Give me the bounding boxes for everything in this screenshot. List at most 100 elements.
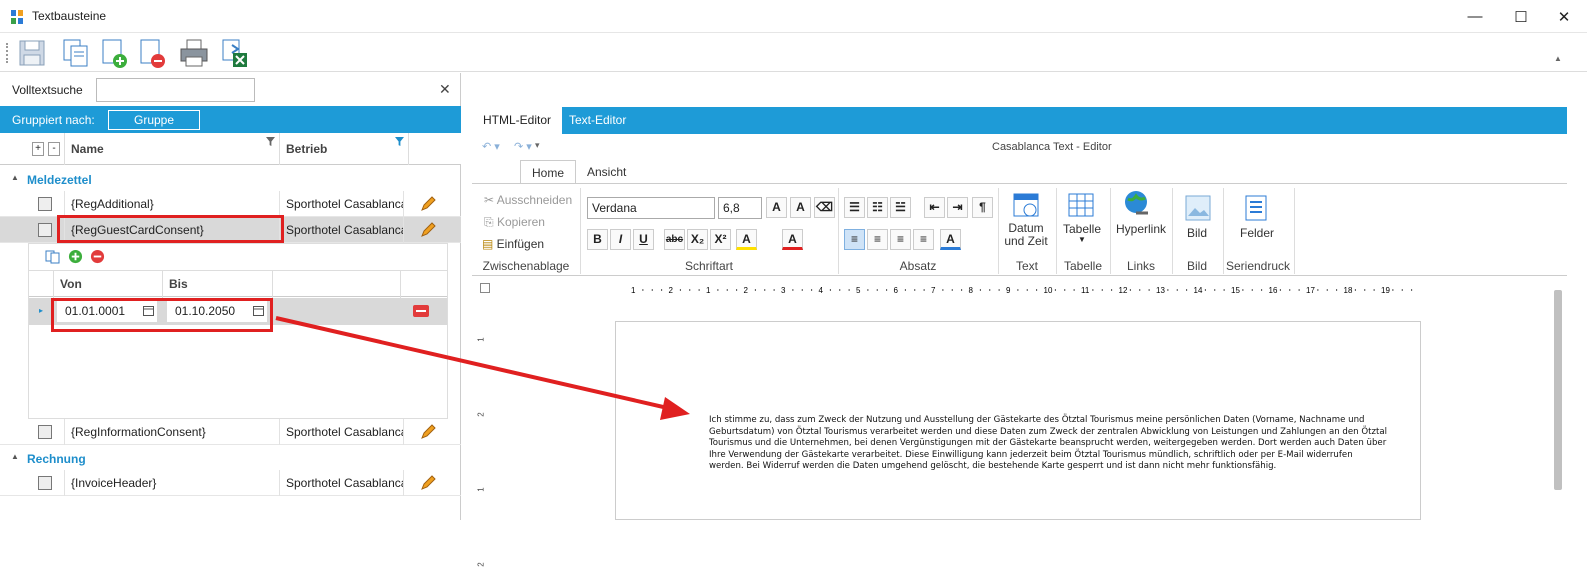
fields-button[interactable]: Felder bbox=[1232, 226, 1282, 240]
search-input[interactable] bbox=[96, 78, 255, 102]
cut-button[interactable]: ✂ Ausschneiden bbox=[484, 193, 572, 207]
font-family-select[interactable]: Verdana bbox=[587, 197, 715, 219]
highlight-color-button[interactable]: A bbox=[736, 229, 757, 250]
add-row-icon[interactable] bbox=[68, 249, 83, 264]
grow-font-button[interactable]: A bbox=[766, 197, 787, 218]
group-row-meldezettel[interactable]: ▲ Meldezettel bbox=[0, 168, 461, 192]
align-right-button[interactable]: ≡ bbox=[890, 229, 911, 250]
superscript-button[interactable]: X² bbox=[710, 229, 731, 250]
vertical-ruler-label: 1 bbox=[476, 487, 486, 492]
shading-button[interactable]: A bbox=[940, 229, 961, 250]
numbered-list-button[interactable]: ☷ bbox=[867, 197, 888, 218]
group-button[interactable]: Gruppe bbox=[108, 110, 200, 130]
add-icon[interactable] bbox=[98, 37, 130, 69]
chevron-down-icon[interactable]: ▼ bbox=[1078, 235, 1086, 244]
save-icon[interactable] bbox=[16, 37, 48, 69]
font-color-button[interactable]: A bbox=[782, 229, 803, 250]
scrollbar-thumb[interactable] bbox=[1554, 290, 1562, 490]
grouping-label: Gruppiert nach: bbox=[12, 113, 95, 127]
tab-stop-selector[interactable] bbox=[480, 283, 490, 293]
subscript-button[interactable]: X₂ bbox=[687, 229, 708, 250]
document-page[interactable]: Ich stimme zu, dass zum Zweck der Nutzun… bbox=[615, 321, 1421, 520]
column-header-von[interactable]: Von bbox=[53, 271, 163, 298]
quick-access-menu-icon[interactable]: ▾ bbox=[535, 140, 540, 151]
expand-all-button[interactable]: + bbox=[32, 142, 44, 156]
copy-icon: ⎘ bbox=[484, 215, 497, 229]
date-time-button[interactable]: Datum und Zeit bbox=[1002, 222, 1050, 248]
bullet-list-button[interactable]: ☰ bbox=[844, 197, 865, 218]
table-row[interactable]: {RegAdditional} Sporthotel Casablanca bbox=[0, 191, 461, 217]
ruler-tick bbox=[717, 289, 719, 291]
increase-indent-button[interactable]: ⇥ bbox=[947, 197, 968, 218]
close-button[interactable]: ✕ bbox=[1541, 0, 1587, 33]
ruler-tick bbox=[1148, 289, 1150, 291]
align-left-button[interactable]: ≡ bbox=[844, 229, 865, 250]
ribbon-tab-ansicht[interactable]: Ansicht bbox=[576, 160, 637, 184]
minimize-button[interactable]: — bbox=[1452, 0, 1498, 33]
ruler-tick bbox=[1111, 289, 1113, 291]
editor-panel: HTML-Editor Text-Editor ↶ ▾ ↷ ▾ ▾ Casabl… bbox=[462, 73, 1587, 567]
decrease-indent-button[interactable]: ⇤ bbox=[924, 197, 945, 218]
toolbar-grip[interactable] bbox=[6, 43, 8, 63]
column-header-betrieb[interactable]: Betrieb bbox=[280, 133, 409, 165]
multilevel-list-button[interactable]: ☱ bbox=[890, 197, 911, 218]
align-center-button[interactable]: ≡ bbox=[867, 229, 888, 250]
filter-icon[interactable] bbox=[266, 137, 275, 146]
ruler-tick bbox=[1167, 289, 1169, 291]
group-label-links: Links bbox=[1126, 259, 1155, 273]
ruler-tick bbox=[1364, 289, 1366, 291]
italic-button[interactable]: I bbox=[610, 229, 631, 250]
clear-format-button[interactable]: ⌫ bbox=[814, 197, 835, 218]
toolbar bbox=[0, 33, 1587, 72]
collapse-all-button[interactable]: - bbox=[48, 142, 60, 156]
remove-row-icon[interactable] bbox=[90, 249, 105, 264]
collapse-icon[interactable]: ▲ bbox=[11, 452, 19, 461]
document-text[interactable]: Ich stimme zu, dass zum Zweck der Nutzun… bbox=[709, 415, 1389, 473]
filter-active-icon[interactable] bbox=[395, 137, 404, 146]
undo-icon[interactable]: ↶ ▾ bbox=[482, 140, 500, 153]
ruler-tick bbox=[951, 289, 953, 291]
print-icon[interactable] bbox=[178, 37, 210, 69]
ruler-tick bbox=[914, 289, 916, 291]
ruler-label: 12 bbox=[1119, 286, 1128, 295]
column-header-bis[interactable]: Bis bbox=[163, 271, 273, 298]
copy-button[interactable]: ⎘ Kopieren bbox=[484, 215, 545, 230]
table-button[interactable]: Tabelle bbox=[1060, 222, 1104, 236]
maximize-button[interactable]: ☐ bbox=[1498, 0, 1544, 33]
delete-icon[interactable] bbox=[136, 37, 168, 69]
scroll-up-icon[interactable]: ▲ bbox=[1554, 54, 1562, 63]
ruler-tick bbox=[1317, 289, 1319, 291]
bold-button[interactable]: B bbox=[587, 229, 608, 250]
edit-pencil-icon[interactable] bbox=[420, 222, 436, 238]
clear-search-icon[interactable]: ✕ bbox=[439, 81, 451, 98]
justify-button[interactable]: ≡ bbox=[913, 229, 934, 250]
tab-html-editor[interactable]: HTML-Editor bbox=[472, 107, 563, 134]
column-header-name[interactable]: Name bbox=[64, 133, 280, 165]
shrink-font-button[interactable]: A bbox=[790, 197, 811, 218]
hyperlink-button[interactable]: Hyperlink bbox=[1112, 222, 1170, 236]
redo-icon[interactable]: ↷ ▾ bbox=[514, 140, 532, 153]
ruler-tick bbox=[736, 289, 738, 291]
ruler-tick bbox=[1354, 289, 1356, 291]
table-row[interactable]: {InvoiceHeader} Sporthotel Casablanca bbox=[0, 470, 461, 496]
row-name: {RegAdditional} bbox=[64, 191, 280, 217]
font-size-select[interactable]: 6,8 bbox=[718, 197, 762, 219]
paste-button[interactable]: ▤ Einfügen bbox=[482, 237, 544, 251]
collapse-icon[interactable]: ▲ bbox=[11, 173, 19, 182]
copy-icon[interactable] bbox=[60, 37, 92, 69]
ruler-tick bbox=[961, 289, 963, 291]
copy-row-icon[interactable] bbox=[45, 250, 61, 264]
ribbon-tab-home[interactable]: Home bbox=[520, 160, 577, 184]
tab-text-editor[interactable]: Text-Editor bbox=[558, 107, 637, 134]
show-paragraph-marks-button[interactable]: ¶ bbox=[972, 197, 993, 218]
horizontal-ruler[interactable]: 1 2 1 2 3 4 5 6 7 8 9 10 11 12 13 14 15 16 17 18 19 bbox=[606, 283, 1426, 297]
edit-pencil-icon[interactable] bbox=[420, 475, 436, 491]
image-button[interactable]: Bild bbox=[1174, 226, 1220, 240]
underline-button[interactable]: U bbox=[633, 229, 654, 250]
ruler-tick bbox=[829, 289, 831, 291]
excel-export-icon[interactable] bbox=[218, 37, 250, 69]
edit-pencil-icon[interactable] bbox=[420, 196, 436, 212]
group-row-rechnung[interactable]: ▲ Rechnung bbox=[0, 447, 461, 471]
strikethrough-button[interactable]: abc bbox=[664, 229, 685, 250]
vertical-scrollbar[interactable]: ▲ bbox=[1550, 50, 1567, 520]
